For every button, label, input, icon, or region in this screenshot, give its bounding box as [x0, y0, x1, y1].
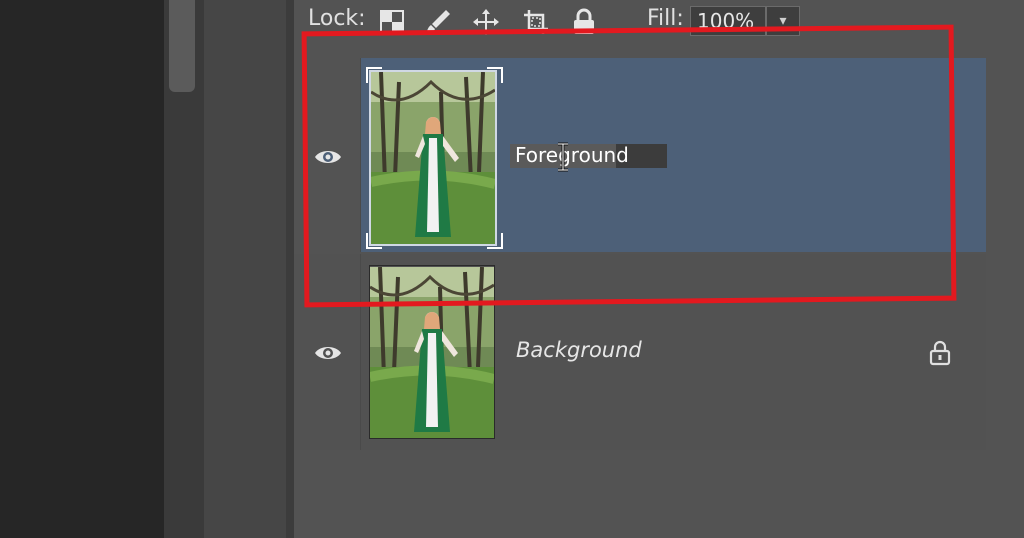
scrollbar-thumb[interactable] — [169, 0, 195, 92]
panel-gutter — [204, 0, 286, 538]
text-cursor-icon — [558, 142, 568, 172]
visibility-column — [294, 58, 361, 252]
lock-position-icon[interactable] — [472, 8, 500, 36]
crop-handle — [366, 233, 382, 249]
chevron-down-icon: ▾ — [779, 13, 787, 29]
lock-all-icon[interactable] — [570, 8, 598, 36]
panel-edge — [286, 0, 294, 538]
eye-icon[interactable] — [314, 344, 342, 362]
layer-row-foreground[interactable]: Foreground — [294, 58, 986, 252]
lock-transparent-pixels-icon[interactable] — [378, 8, 406, 36]
lock-artboard-icon[interactable] — [522, 8, 550, 36]
lock-label: Lock: — [308, 6, 366, 31]
eye-icon[interactable] — [314, 148, 342, 166]
visibility-column — [294, 254, 361, 450]
layer-name-text[interactable]: Foreground — [515, 142, 629, 168]
lock-image-pixels-icon[interactable] — [424, 8, 452, 36]
lock-fill-bar: Lock: Fill: 100% ▾ — [294, 0, 1024, 48]
photo-woman-green-dress — [371, 72, 495, 244]
crop-handle — [487, 233, 503, 249]
fill-label: Fill: — [647, 6, 684, 31]
photo-woman-green-dress — [370, 266, 494, 438]
layer-row-background[interactable]: Background — [294, 254, 986, 450]
lock-icon[interactable] — [928, 340, 952, 366]
layer-thumbnail[interactable] — [369, 70, 497, 246]
crop-handle — [487, 67, 503, 83]
layer-thumbnail[interactable] — [369, 265, 495, 439]
canvas-area — [0, 0, 164, 538]
fill-dropdown-button[interactable]: ▾ — [766, 6, 800, 36]
crop-handle — [366, 67, 382, 83]
fill-opacity-input[interactable]: 100% — [690, 6, 766, 36]
layer-name-text[interactable]: Background — [516, 338, 642, 362]
